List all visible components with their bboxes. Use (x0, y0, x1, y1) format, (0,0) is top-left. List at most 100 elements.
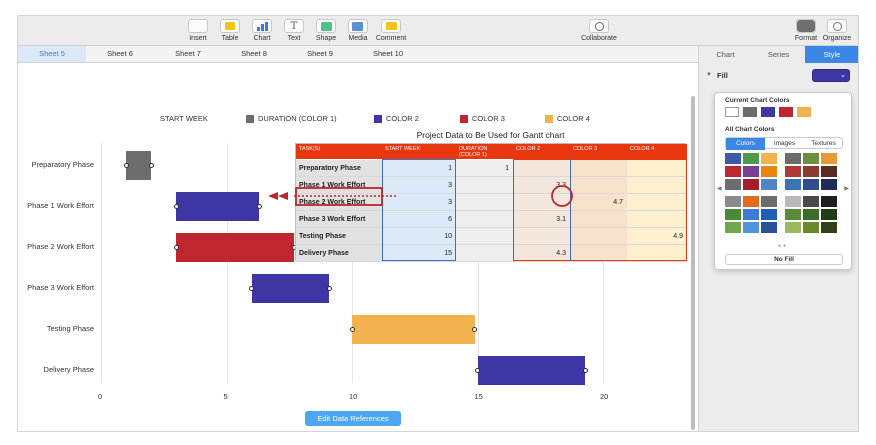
palette-swatch[interactable] (821, 179, 837, 190)
palette-swatch[interactable] (803, 209, 819, 220)
tab-series[interactable]: Series (752, 46, 805, 63)
palette-swatch[interactable] (821, 196, 837, 207)
selection-handle[interactable] (582, 367, 588, 373)
palette-swatch[interactable] (821, 153, 837, 164)
table-header-cell[interactable]: COLOR 4 (627, 144, 687, 159)
table-header-cell[interactable]: DURATION (COLOR 1) (456, 144, 513, 159)
palette-swatch[interactable] (803, 222, 819, 233)
palette-swatch[interactable] (785, 166, 801, 177)
palette-swatch[interactable] (821, 209, 837, 220)
insert-button[interactable]: Insert (181, 19, 215, 42)
palette-swatch[interactable] (725, 196, 741, 207)
gantt-bar[interactable] (477, 355, 586, 385)
palette-swatch[interactable] (725, 209, 741, 220)
table-cell[interactable]: Testing Phase (296, 228, 382, 245)
palette-swatch[interactable] (785, 153, 801, 164)
palette-swatch[interactable] (803, 179, 819, 190)
palette-swatch[interactable] (761, 209, 777, 220)
gantt-bar[interactable] (176, 191, 260, 221)
table-cell[interactable]: 1 (456, 160, 513, 177)
palette-swatch[interactable] (785, 222, 801, 233)
table-header-cell[interactable]: START WEEK (382, 144, 456, 159)
table-cell[interactable] (456, 245, 513, 262)
tab-chart[interactable]: Chart (699, 46, 752, 63)
palette-swatch[interactable] (761, 196, 777, 207)
vertical-scrollbar[interactable] (691, 96, 695, 430)
tab-sheet-5[interactable]: Sheet 5 (18, 46, 86, 62)
palette-swatch[interactable] (785, 196, 801, 207)
selection-handle[interactable] (123, 162, 129, 168)
palette-swatch[interactable] (725, 222, 741, 233)
table-header-cell[interactable]: COLOR 3 (570, 144, 627, 159)
y-category-label: Preparatory Phase (31, 160, 94, 169)
gantt-bar[interactable] (126, 150, 152, 180)
no-fill-button[interactable]: No Fill (725, 254, 843, 265)
comment-button[interactable]: Comment (374, 19, 408, 42)
palette-swatch[interactable] (743, 179, 759, 190)
organize-button[interactable]: Organize (820, 19, 854, 42)
table-cell[interactable]: Delivery Phase (296, 245, 382, 262)
collaborate-button[interactable]: Collaborate (581, 19, 617, 42)
format-button[interactable]: Format (789, 19, 823, 42)
palette-swatch[interactable] (821, 166, 837, 177)
current-color-swatch[interactable] (743, 107, 757, 117)
palette-swatch[interactable] (743, 196, 759, 207)
palette-swatch[interactable] (761, 222, 777, 233)
selection-handle[interactable] (349, 326, 355, 332)
table-header-cell[interactable]: TASK(S) (296, 144, 382, 159)
tab-sheet-7[interactable]: Sheet 7 (154, 46, 222, 62)
tab-textures[interactable]: Textures (804, 138, 843, 150)
next-page-icon[interactable]: ▶ (844, 185, 849, 192)
gantt-bar[interactable] (251, 273, 330, 303)
palette-swatch[interactable] (743, 222, 759, 233)
chart-button[interactable]: Chart (245, 19, 279, 42)
palette-swatch[interactable] (803, 166, 819, 177)
previous-page-icon[interactable]: ◀ (717, 185, 722, 192)
shape-label: Shape (315, 35, 337, 42)
table-cell[interactable] (456, 228, 513, 245)
gantt-bar[interactable] (176, 232, 295, 262)
table-cell[interactable]: Preparatory Phase (296, 160, 382, 177)
shape-button[interactable]: Shape (309, 19, 343, 42)
palette-swatch[interactable] (725, 179, 741, 190)
tab-sheet-9[interactable]: Sheet 9 (286, 46, 354, 62)
selection-handle[interactable] (173, 244, 179, 250)
table-button[interactable]: Table (213, 19, 247, 42)
palette-swatch[interactable] (743, 166, 759, 177)
current-color-swatch[interactable] (779, 107, 793, 117)
selection-handle[interactable] (148, 162, 154, 168)
disclosure-triangle-icon[interactable]: ▼ (706, 72, 712, 78)
gantt-bar[interactable] (352, 314, 475, 344)
no-color-swatch[interactable] (725, 107, 739, 117)
edit-data-references-button[interactable]: Edit Data References (305, 411, 401, 426)
color-picker-popover[interactable]: Current Chart Colors All Chart Colors Co… (714, 92, 852, 270)
palette-swatch[interactable] (743, 153, 759, 164)
tab-sheet-8[interactable]: Sheet 8 (220, 46, 288, 62)
selection-handle[interactable] (249, 285, 255, 291)
selection-handle[interactable] (475, 367, 480, 373)
palette-swatch[interactable] (743, 209, 759, 220)
palette-swatch[interactable] (803, 196, 819, 207)
table-header-cell[interactable]: COLOR 2 (513, 144, 570, 159)
palette-swatch[interactable] (761, 153, 777, 164)
tab-sheet-6[interactable]: Sheet 6 (86, 46, 154, 62)
palette-swatch[interactable] (785, 179, 801, 190)
current-color-swatch[interactable] (797, 107, 811, 117)
palette-swatch[interactable] (725, 153, 741, 164)
palette-swatch[interactable] (785, 209, 801, 220)
palette-swatch[interactable] (761, 166, 777, 177)
fill-color-well[interactable]: ⌄ (812, 69, 850, 82)
tab-images[interactable]: Images (765, 138, 804, 150)
media-button[interactable]: Media (341, 19, 375, 42)
palette-swatch[interactable] (761, 179, 777, 190)
text-button[interactable]: T Text (277, 19, 311, 42)
selection-handle[interactable] (326, 285, 332, 291)
tab-sheet-10[interactable]: Sheet 10 (354, 46, 422, 62)
tab-style[interactable]: Style (805, 46, 858, 63)
palette-swatch[interactable] (725, 166, 741, 177)
palette-swatch[interactable] (803, 153, 819, 164)
selection-handle[interactable] (173, 203, 179, 209)
palette-swatch[interactable] (821, 222, 837, 233)
tab-colors[interactable]: Colors (726, 138, 765, 150)
current-color-swatch[interactable] (761, 107, 775, 117)
